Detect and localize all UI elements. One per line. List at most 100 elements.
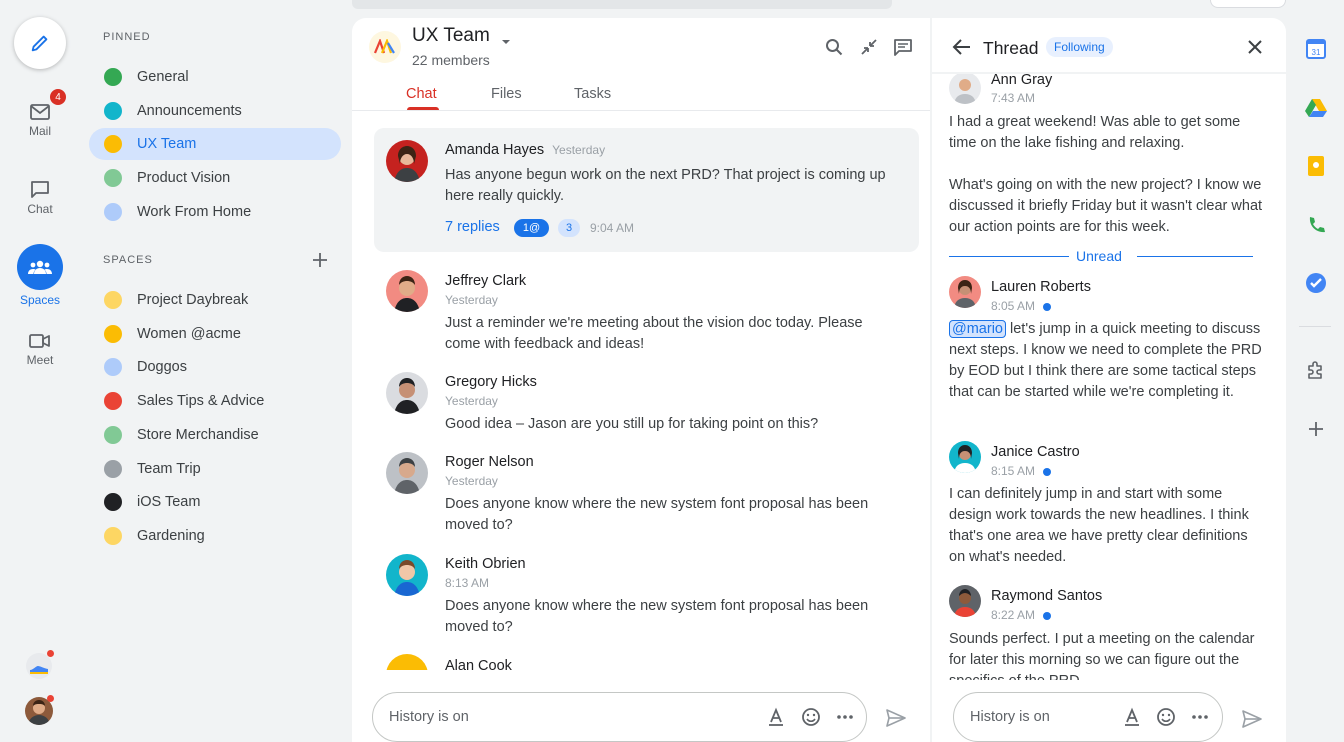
drive-app[interactable] — [1304, 96, 1328, 120]
search-bar-edge[interactable] — [352, 0, 892, 9]
member-count[interactable]: 22 members — [412, 52, 490, 68]
rail-chat[interactable]: Chat — [0, 180, 80, 216]
nav-item-doggos[interactable]: Doggos — [89, 351, 341, 383]
avatar[interactable] — [949, 74, 981, 104]
thread-author[interactable]: Lauren Roberts — [991, 279, 1091, 295]
format-button[interactable] — [766, 707, 786, 732]
rail-spaces[interactable] — [17, 244, 63, 290]
sales-icon — [104, 392, 122, 411]
message-author[interactable]: Alan Cook — [445, 658, 512, 670]
collapse-button[interactable] — [860, 38, 878, 61]
nav-item-gardening[interactable]: Gardening — [89, 520, 341, 552]
message-time: 8:13 AM — [445, 576, 490, 590]
nav-item-ios-team[interactable]: iOS Team — [89, 486, 341, 518]
message-time: Yesterday — [445, 394, 498, 408]
back-button[interactable] — [952, 38, 972, 61]
message-time: Yesterday — [445, 293, 498, 307]
person-avatar-graphic — [954, 589, 976, 617]
account-dot — [47, 695, 54, 702]
message-author[interactable]: Keith Obrien — [445, 556, 526, 572]
room-menu-chevron[interactable] — [500, 33, 512, 51]
account-chip-edge[interactable] — [1210, 0, 1286, 8]
get-addons-button[interactable] — [1304, 417, 1328, 441]
search-room-button[interactable] — [825, 38, 843, 61]
nav-item-work-from-home[interactable]: Work From Home — [89, 196, 341, 228]
thread-text-block: @mario let's jump in a quick meeting to … — [949, 319, 1265, 403]
megaphone-icon — [104, 101, 122, 120]
vision-icon — [104, 169, 122, 188]
avatar[interactable] — [386, 270, 428, 312]
send-button[interactable] — [885, 708, 907, 733]
tab-chat[interactable]: Chat — [406, 86, 437, 102]
replies-link[interactable]: 7 replies — [445, 219, 500, 235]
rail-meet[interactable]: Meet — [0, 333, 80, 367]
puzzle-icon — [1308, 361, 1322, 379]
tasks-app[interactable] — [1304, 271, 1328, 295]
unread-dot — [1043, 302, 1052, 311]
emoji-button[interactable] — [1156, 707, 1176, 732]
new-chat-button[interactable] — [14, 17, 66, 69]
plus-icon — [313, 253, 327, 267]
close-thread-button[interactable] — [1247, 39, 1263, 60]
calendar-app[interactable]: 31 — [1304, 37, 1328, 61]
emoji-icon — [802, 708, 820, 726]
status-avatar[interactable] — [26, 653, 52, 679]
nav-item-ux-team[interactable]: UX Team — [89, 128, 341, 161]
send-button[interactable] — [1241, 709, 1263, 734]
message-text: Just a reminder we're meeting about the … — [445, 315, 863, 352]
avatar[interactable] — [386, 654, 428, 670]
message-author[interactable]: Roger Nelson — [445, 454, 534, 470]
message-author[interactable]: Jeffrey Clark — [445, 273, 526, 289]
nav-item-project-daybreak[interactable]: Project Daybreak — [89, 284, 341, 316]
nav-item-product-vision[interactable]: Product Vision — [89, 162, 341, 194]
message-author[interactable]: Gregory Hicks — [445, 374, 537, 390]
nav-item-announcements[interactable]: Announcements — [89, 95, 341, 127]
format-button[interactable] — [1122, 707, 1142, 732]
message-author[interactable]: Amanda Hayes — [445, 142, 544, 158]
room-avatar — [369, 31, 401, 63]
avatar[interactable] — [949, 585, 981, 617]
avatar[interactable] — [949, 441, 981, 473]
avatar[interactable] — [386, 140, 428, 182]
emoji-icon — [1157, 708, 1175, 726]
unread-line-right — [1137, 256, 1253, 257]
drive-icon — [1305, 99, 1327, 117]
room-title[interactable]: UX Team — [412, 25, 490, 47]
more-options-button[interactable] — [835, 707, 855, 732]
leaf-icon — [104, 68, 122, 86]
caret-down-icon — [502, 40, 510, 44]
avatar[interactable] — [386, 372, 428, 414]
thread-text: Sounds perfect. I put a meeting on the c… — [949, 631, 1255, 680]
nav-item-women-acme[interactable]: Women @acme — [89, 318, 341, 350]
rail-mail[interactable]: Mail — [0, 104, 80, 138]
message-composer[interactable]: History is on — [372, 692, 867, 742]
avatar[interactable] — [386, 554, 428, 596]
nav-item-sales-tips-advice[interactable]: Sales Tips & Advice — [89, 385, 341, 417]
add-space-button[interactable] — [310, 250, 330, 270]
mention-chip[interactable]: @mario — [949, 320, 1006, 338]
thread-composer[interactable]: History is on — [953, 692, 1223, 742]
nav-item-label: Team Trip — [137, 460, 201, 477]
nav-item-general[interactable]: General — [89, 61, 341, 93]
keep-app[interactable] — [1304, 154, 1328, 178]
open-threads-button[interactable] — [893, 38, 913, 61]
nav-item-store-merchandise[interactable]: Store Merchandise — [89, 419, 341, 451]
thread-author[interactable]: Janice Castro — [991, 444, 1080, 460]
nav-item-label: Doggos — [137, 359, 187, 376]
thread-author[interactable]: Ann Gray — [991, 74, 1052, 88]
message-text: Does anyone know where the new system fo… — [445, 598, 869, 635]
garden-icon — [104, 526, 122, 545]
keep-icon — [1308, 156, 1324, 176]
composer-placeholder: History is on — [389, 709, 469, 725]
thread-author[interactable]: Raymond Santos — [991, 588, 1102, 604]
tab-files[interactable]: Files — [491, 86, 522, 102]
avatar[interactable] — [386, 452, 428, 494]
following-chip[interactable]: Following — [1046, 37, 1113, 57]
more-options-button[interactable] — [1190, 707, 1210, 732]
emoji-button[interactable] — [801, 707, 821, 732]
nav-item-team-trip[interactable]: Team Trip — [89, 453, 341, 485]
tab-tasks[interactable]: Tasks — [574, 86, 611, 102]
avatar[interactable] — [949, 276, 981, 308]
voice-app[interactable] — [1304, 213, 1328, 237]
addons-button[interactable] — [1304, 358, 1328, 382]
